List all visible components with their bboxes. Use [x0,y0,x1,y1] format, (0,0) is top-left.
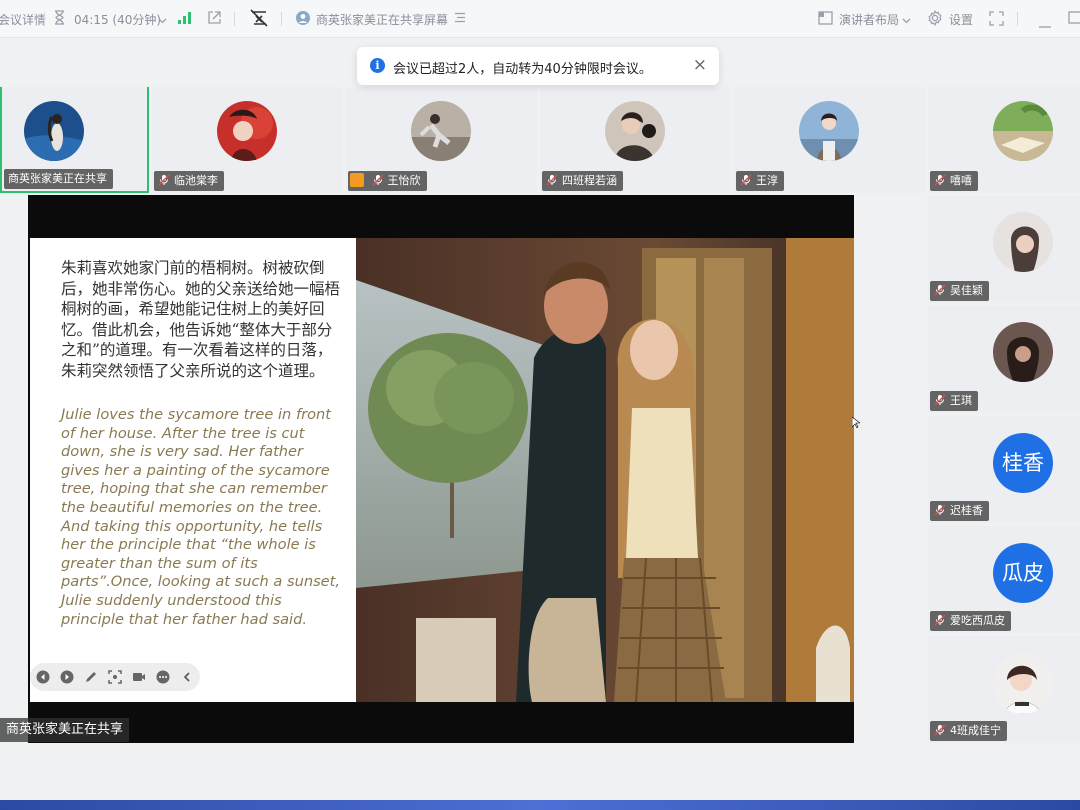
signal-strength-icon[interactable] [178,11,192,27]
participant-name: 王淳 [736,171,784,191]
slide-english-text: Julie loves the sycamore tree in front o… [61,406,341,628]
shared-screen: 朱莉喜欢她家门前的梧桐树。树被砍倒后，她非常伤心。她的父亲送给她一幅梧桐树的画，… [28,195,860,743]
participant-tile[interactable]: 瓜皮 爱吃西瓜皮 [928,526,1080,633]
sharing-status: 商英张家美正在共享屏幕 [316,13,449,27]
notification-toast: i 会议已超过2人，自动转为40分钟限时会议。 × [357,47,719,85]
mic-muted-icon [934,504,946,516]
avatar [993,212,1053,272]
participant-tile[interactable]: 四班程若涵 [540,87,731,193]
slide-text-panel: 朱莉喜欢她家门前的梧桐树。树被砍倒后，她非常伤心。她的父亲送给她一幅梧桐树的画，… [30,238,356,702]
fullscreen-icon[interactable] [989,11,1004,29]
top-bar: 会议详情 04:15 (40分钟) 商英张家美正在共享屏幕 演讲者布局 设置 [0,0,1080,38]
avatar [217,101,277,161]
participant-tile[interactable]: 嘻嘻 [928,87,1080,193]
screenshot-icon[interactable] [108,670,122,684]
mic-muted-icon [934,724,946,736]
divider [1017,12,1018,26]
host-badge-icon [350,173,364,187]
next-icon[interactable] [60,670,74,684]
hourglass-icon [53,10,66,28]
info-icon: i [370,58,385,73]
avatar-initials: 桂香 [993,433,1053,493]
menu-icon[interactable] [454,12,466,26]
avatar [605,101,665,161]
divider [44,12,45,26]
toast-message: 会议已超过2人，自动转为40分钟限时会议。 [393,62,652,77]
sharer-label: 商英张家美正在共享 [0,718,130,742]
camera-icon[interactable] [132,670,146,684]
avatar [799,101,859,161]
more-icon[interactable] [156,670,170,684]
participant-tile[interactable]: 王怡欣 [346,87,537,193]
share-annotation-toolbar [30,663,200,691]
divider [234,12,235,26]
participant-tile[interactable]: 王淳 [734,87,925,193]
mic-muted-icon [158,174,170,186]
collapse-icon[interactable] [180,670,194,684]
close-icon[interactable]: × [693,55,707,75]
chevron-down-icon[interactable] [158,13,167,27]
layout-button[interactable]: 演讲者布局 [839,11,899,28]
avatar-initials: 瓜皮 [993,543,1053,603]
stop-share-icon[interactable] [250,9,268,30]
minimize-icon[interactable] [1039,17,1051,31]
participant-tile[interactable]: 临池棠李 [152,87,343,193]
mic-muted-icon [740,174,752,186]
mic-muted-icon [934,174,946,186]
participant-name: 吴佳颖 [930,281,989,301]
participant-name: 王怡欣 [348,171,427,191]
external-link-icon[interactable] [207,10,222,28]
participant-name: 四班程若涵 [542,171,623,191]
participant-name: 迟桂香 [930,501,989,521]
participant-tile[interactable]: 吴佳颖 [928,196,1080,303]
participant-tile[interactable]: 桂香 迟桂香 [928,416,1080,523]
mic-muted-icon [372,174,383,186]
slide-photo [356,238,854,702]
meeting-timer: 04:15 (40分钟) [74,13,162,27]
taskbar-edge [0,800,1080,810]
participant-name: 临池棠李 [154,171,224,191]
previous-icon[interactable] [36,670,50,684]
avatar [993,101,1053,161]
avatar [24,101,84,161]
pen-icon[interactable] [84,670,98,684]
participant-name: 4班成佳宁 [930,721,1007,741]
participant-tile[interactable]: 商英张家美正在共享 [0,87,149,193]
divider [281,12,282,26]
settings-button[interactable]: 设置 [949,11,973,28]
mic-muted-icon [934,394,946,406]
meeting-details-link[interactable]: 会议详情 [0,11,46,28]
maximize-icon[interactable] [1068,11,1080,27]
chevron-down-icon[interactable] [902,13,911,27]
participant-tile[interactable]: 王琪 [928,306,1080,413]
mic-muted-icon [934,614,946,626]
avatar [993,322,1053,382]
gear-icon[interactable] [927,10,943,29]
avatar [411,101,471,161]
participant-name: 商英张家美正在共享 [4,169,113,189]
slide-chinese-text: 朱莉喜欢她家门前的梧桐树。树被砍倒后，她非常伤心。她的父亲送给她一幅梧桐树的画，… [61,259,341,380]
sharer-avatar [296,11,310,28]
participant-name: 爱吃西瓜皮 [930,611,1011,631]
participant-name: 嘻嘻 [930,171,978,191]
mic-muted-icon [934,284,946,296]
avatar [993,654,1053,714]
layout-icon[interactable] [818,11,833,28]
mouse-cursor-icon [852,417,860,428]
participant-tile[interactable]: 4班成佳宁 [928,636,1080,743]
participant-name: 王琪 [930,391,978,411]
mic-muted-icon [546,174,558,186]
